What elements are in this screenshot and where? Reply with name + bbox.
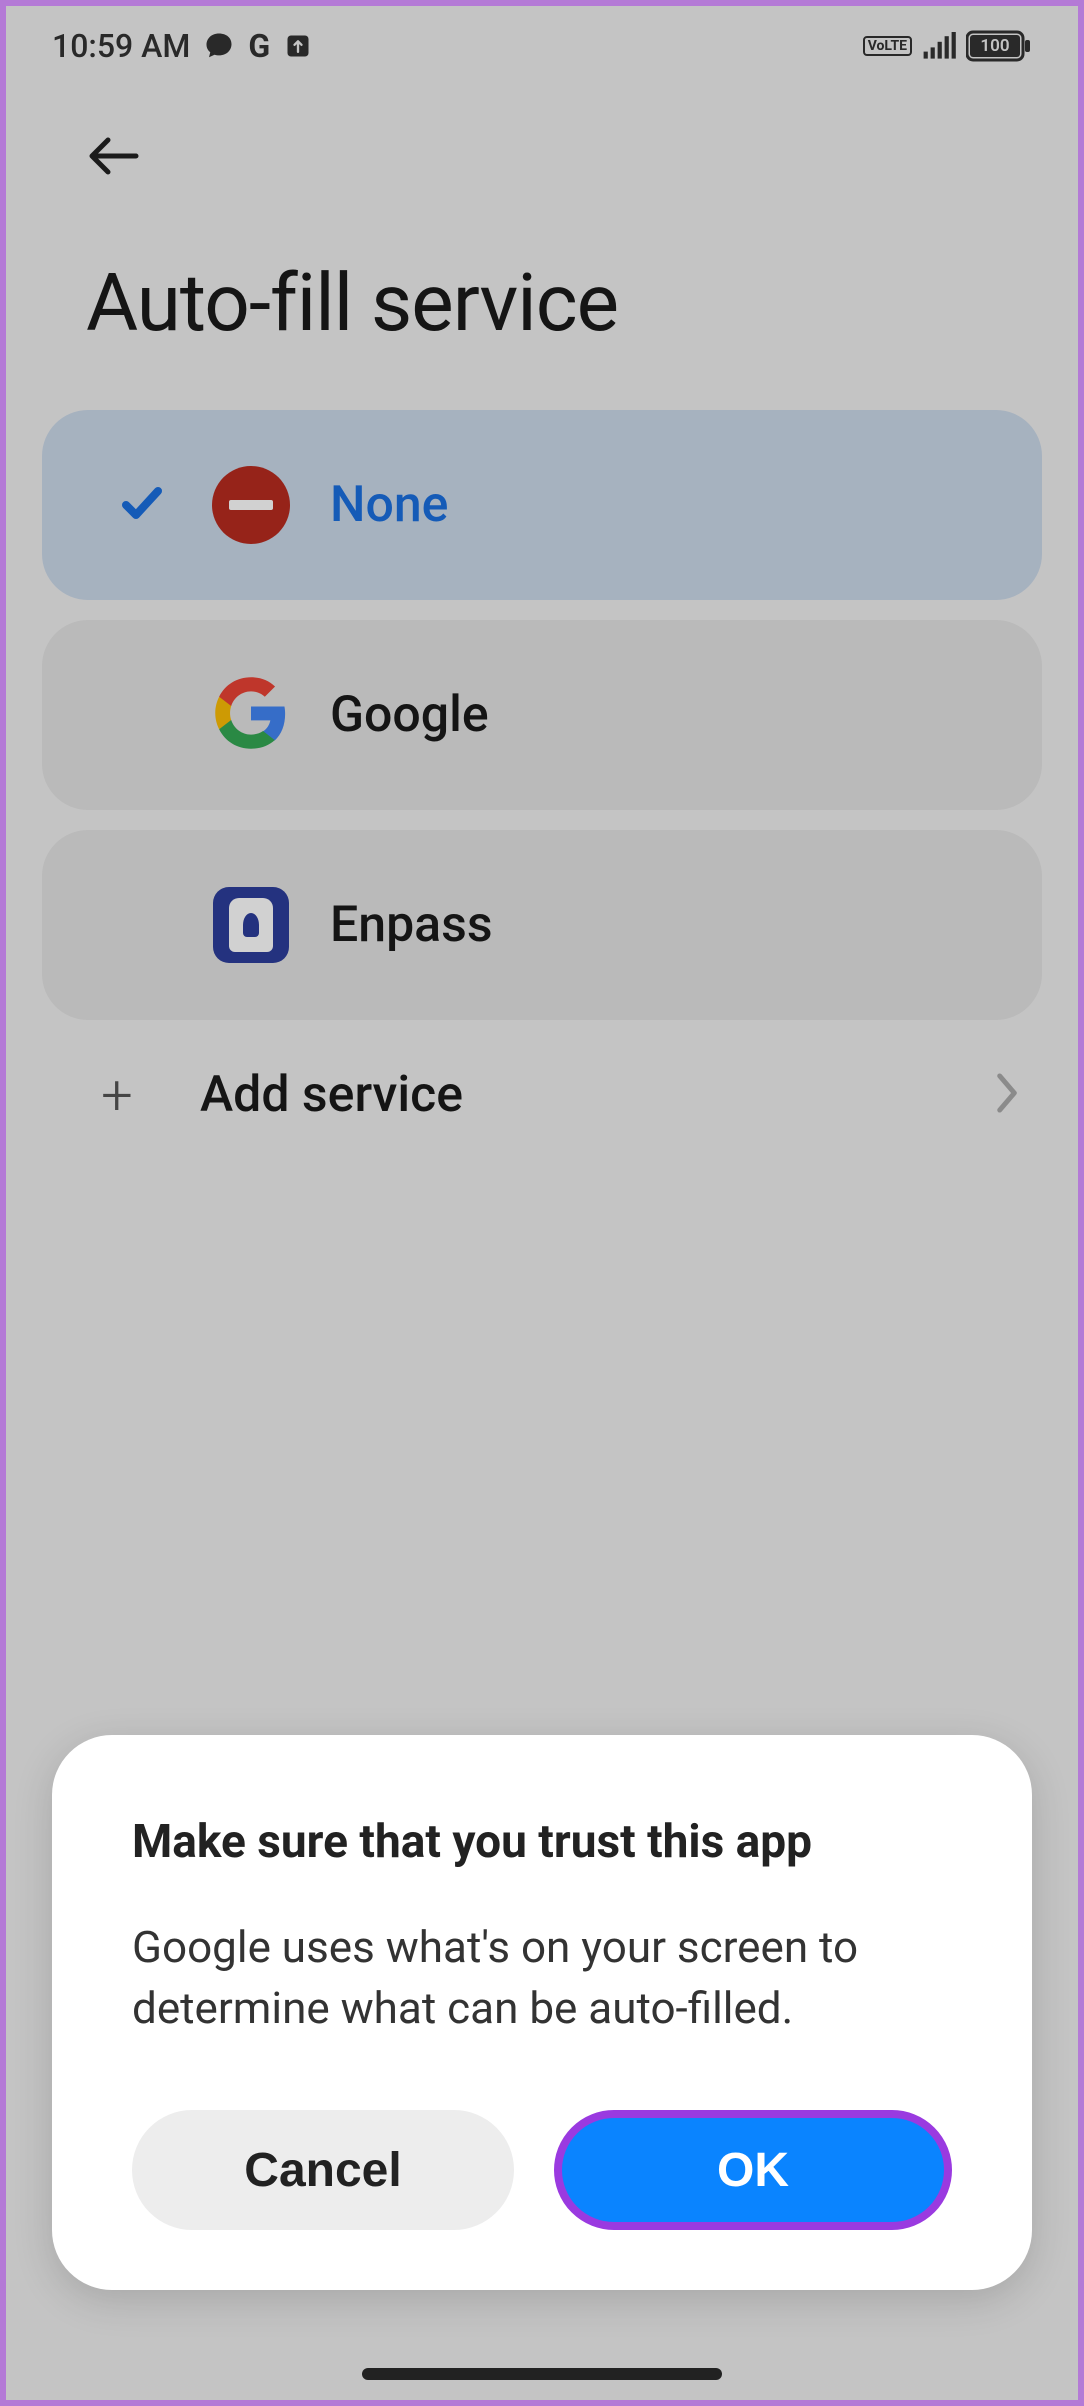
check-icon <box>118 479 166 531</box>
autofill-options-list: None Google <box>6 410 1078 1020</box>
autofill-option-google[interactable]: Google <box>42 620 1042 810</box>
trust-app-dialog: Make sure that you trust this app Google… <box>52 1735 1032 2290</box>
option-label: None <box>330 476 448 534</box>
upload-icon <box>284 32 312 60</box>
autofill-option-enpass[interactable]: Enpass <box>42 830 1042 1020</box>
gesture-nav-bar[interactable] <box>362 2368 722 2380</box>
option-label: Google <box>330 686 489 744</box>
autofill-option-none[interactable]: None <box>42 410 1042 600</box>
page-title: Auto-fill service <box>6 196 1078 410</box>
add-service-label: Add service <box>200 1066 934 1124</box>
back-button[interactable] <box>86 126 146 186</box>
chevron-right-icon <box>992 1071 1022 1119</box>
option-label: Enpass <box>330 896 493 954</box>
device-frame: 10:59 AM G VoLTE <box>0 0 1084 2406</box>
battery-icon: 100 <box>966 30 1032 62</box>
none-icon <box>212 466 290 544</box>
google-g-status-icon: G <box>248 27 270 65</box>
status-time: 10:59 AM <box>52 27 190 65</box>
dialog-body: Google uses what's on your screen to det… <box>132 1917 952 2040</box>
chat-bubble-icon <box>204 31 234 61</box>
dialog-title: Make sure that you trust this app <box>132 1815 952 1869</box>
ok-button[interactable]: OK <box>554 2110 952 2230</box>
add-service-button[interactable]: + Add service <box>6 1020 1078 1170</box>
cancel-button[interactable]: Cancel <box>132 2110 514 2230</box>
plus-icon: + <box>92 1062 142 1128</box>
google-icon <box>212 674 290 756</box>
volte-icon: VoLTE <box>863 36 912 56</box>
status-bar: 10:59 AM G VoLTE <box>6 6 1078 86</box>
enpass-icon <box>213 887 289 963</box>
signal-icon <box>922 32 956 60</box>
